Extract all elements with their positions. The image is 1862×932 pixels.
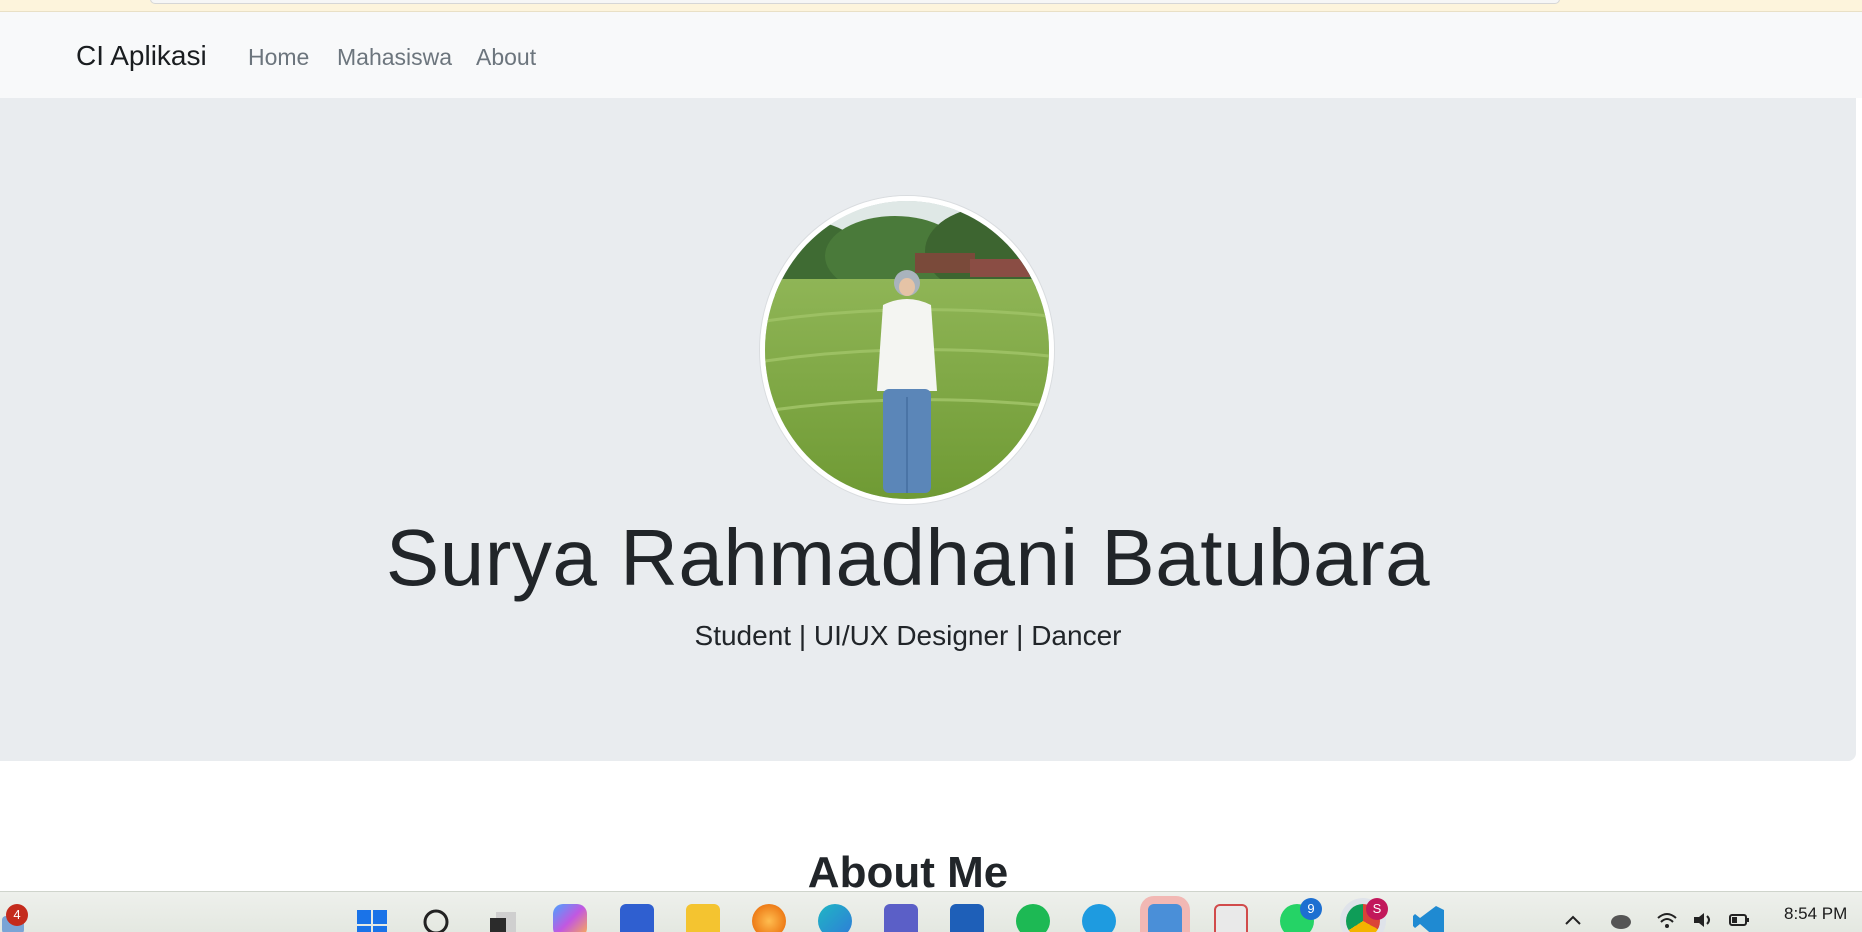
- windows-start-icon[interactable]: [355, 904, 389, 932]
- wifi-icon[interactable]: [1656, 910, 1678, 930]
- cloud-app-icon[interactable]: [1082, 904, 1116, 932]
- notification-badge: 4: [6, 904, 28, 926]
- nav-link-about[interactable]: About: [476, 44, 536, 71]
- address-bar-edge[interactable]: [150, 0, 1560, 4]
- search-icon[interactable]: [420, 904, 454, 932]
- spotify-icon[interactable]: [1016, 904, 1050, 932]
- chevron-up-icon[interactable]: [1562, 910, 1584, 930]
- firefox-icon[interactable]: [752, 904, 786, 932]
- onedrive-icon[interactable]: [1610, 910, 1632, 930]
- teams-icon[interactable]: [884, 904, 918, 932]
- navbar: CI Aplikasi Home Mahasiswa About: [0, 12, 1862, 98]
- hero-name: Surya Rahmadhani Batubara: [385, 513, 1431, 602]
- battery-icon[interactable]: [1728, 910, 1750, 930]
- file-explorer-icon[interactable]: [686, 904, 720, 932]
- hero-subtitle: Student | UI/UX Designer | Dancer: [694, 620, 1122, 651]
- task-view-icon[interactable]: [486, 904, 520, 932]
- whatsapp-badge: 9: [1300, 898, 1322, 920]
- copilot-icon[interactable]: [553, 904, 587, 932]
- navbar-brand[interactable]: CI Aplikasi: [76, 40, 207, 72]
- windows-taskbar: 4 9 S 8:54 PM: [0, 891, 1862, 932]
- vscode-icon[interactable]: [1412, 904, 1446, 932]
- visual-studio-icon[interactable]: [620, 904, 654, 932]
- browser-top-strip: [0, 0, 1862, 12]
- profile-photo: [760, 196, 1054, 504]
- volume-icon[interactable]: [1692, 910, 1714, 930]
- taskbar-clock[interactable]: 8:54 PM: [1784, 904, 1847, 924]
- snipping-tool-icon[interactable]: [1214, 904, 1248, 932]
- photos-icon[interactable]: [1148, 904, 1182, 932]
- nav-link-mahasiswa[interactable]: Mahasiswa: [337, 44, 452, 71]
- edge-icon[interactable]: [818, 904, 852, 932]
- microsoft-store-icon[interactable]: [950, 904, 984, 932]
- chrome-profile-badge: S: [1366, 898, 1388, 920]
- nav-link-home[interactable]: Home: [248, 44, 309, 71]
